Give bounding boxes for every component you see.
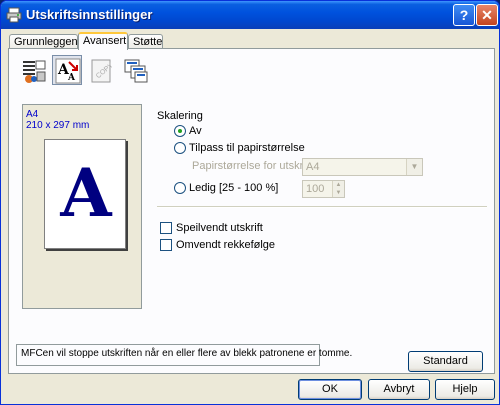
watermark-button[interactable]: COPY — [86, 55, 116, 85]
cancel-button-label: Avbryt — [383, 383, 415, 395]
page-settings-button[interactable] — [120, 55, 150, 85]
svg-text:A: A — [67, 73, 76, 83]
close-button[interactable]: ✕ — [476, 4, 498, 26]
standard-button[interactable]: Standard — [408, 351, 483, 372]
page-settings-icon — [124, 59, 148, 83]
status-text: MFCen vil stoppe utskriften når en eller… — [21, 348, 353, 359]
mirror-print-checkbox[interactable] — [160, 222, 172, 234]
free-scaling-input[interactable]: 100 ▲ ▼ — [302, 180, 345, 198]
tab-support-label: Støtte — [133, 36, 163, 48]
scaling-heading: Skalering — [157, 110, 203, 122]
preview-page: A — [44, 139, 126, 249]
standard-button-label: Standard — [423, 355, 468, 367]
cancel-button[interactable]: Avbryt — [368, 379, 430, 400]
free-scaling-radio[interactable] — [174, 182, 186, 194]
ok-button-label: OK — [322, 383, 338, 395]
tab-support[interactable]: Støtte — [128, 34, 163, 49]
close-icon: ✕ — [481, 7, 493, 23]
spin-arrows-icon[interactable]: ▲ ▼ — [332, 181, 344, 197]
preview-paper-name: A4 — [26, 109, 39, 120]
free-scaling-label[interactable]: Ledig [25 - 100 %] — [189, 182, 278, 194]
watermark-copy-icon: COPY — [91, 59, 115, 83]
paper-size-dropdown[interactable]: A4 ▼ — [302, 158, 423, 176]
tab-basic[interactable]: Grunnleggende — [9, 34, 90, 49]
preview-paper-size: 210 x 297 mm — [26, 120, 90, 131]
fit-to-paper-label[interactable]: Tilpass til papirstørrelse — [189, 142, 305, 154]
question-icon: ? — [459, 7, 469, 23]
help-button-label: Hjelp — [452, 383, 478, 395]
preview-letter: A — [60, 154, 112, 232]
scaling-icon: A A — [55, 58, 81, 84]
divider — [157, 206, 487, 208]
scaling-off-label[interactable]: Av — [189, 125, 202, 137]
printing-preferences-dialog: Utskriftsinnstillinger ? ✕ Grunnleggende… — [0, 0, 500, 405]
reverse-order-checkbox[interactable] — [160, 239, 172, 251]
help-title-button[interactable]: ? — [453, 4, 475, 26]
paper-size-label: Papirstørrelse for utskrift — [192, 160, 312, 172]
scaling-button[interactable]: A A — [52, 55, 82, 85]
print-quality-icon — [23, 60, 46, 83]
chevron-down-icon: ▼ — [406, 159, 422, 175]
tab-advanced-label: Avansert — [83, 35, 127, 47]
ok-button[interactable]: OK — [298, 379, 362, 400]
window-title: Utskriftsinnstillinger — [26, 7, 153, 22]
print-quality-button[interactable] — [18, 55, 48, 85]
printer-icon — [6, 7, 22, 23]
paper-size-value: A4 — [306, 161, 320, 173]
tab-advanced[interactable]: Avansert — [78, 32, 128, 50]
status-message: MFCen vil stoppe utskriften når en eller… — [16, 344, 352, 366]
title-bar[interactable]: Utskriftsinnstillinger ? ✕ — [1, 1, 499, 29]
reverse-order-label[interactable]: Omvendt rekkefølge — [176, 239, 275, 251]
free-scaling-value: 100 — [306, 183, 325, 195]
advanced-panel: A A COPY A4 210 x 297 mm A Skalering Av … — [8, 48, 495, 374]
fit-to-paper-radio[interactable] — [174, 142, 186, 154]
mirror-print-label[interactable]: Speilvendt utskrift — [176, 222, 263, 234]
scaling-off-radio[interactable] — [174, 125, 186, 137]
scaling-preview: A4 210 x 297 mm A — [22, 104, 142, 309]
help-button[interactable]: Hjelp — [435, 379, 495, 400]
